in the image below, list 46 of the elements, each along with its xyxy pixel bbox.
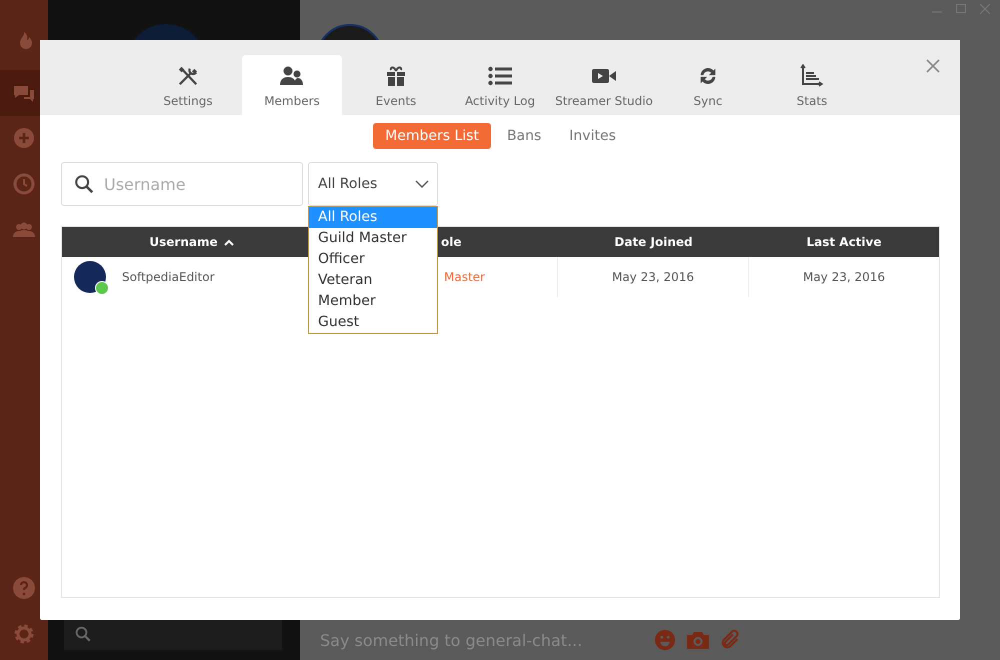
column-header[interactable]: Username	[149, 235, 218, 249]
column-header[interactable]: Last Active	[806, 235, 882, 249]
camera-icon[interactable]	[686, 629, 710, 651]
bar-chart-icon	[800, 64, 824, 88]
tools-icon	[177, 65, 199, 87]
dropdown-option[interactable]: Veteran	[309, 270, 437, 291]
search-icon	[73, 173, 95, 195]
video-camera-icon	[591, 67, 617, 85]
username-text: SoftpediaEditor	[122, 270, 214, 284]
tab[interactable]: Stats	[762, 55, 862, 115]
settings-icon[interactable]	[12, 622, 36, 646]
tab[interactable]: Events	[346, 55, 446, 115]
role-dropdown[interactable]: All Roles	[308, 162, 438, 206]
people-icon	[279, 65, 305, 87]
search-field[interactable]: Username	[61, 162, 303, 206]
smiley-icon[interactable]	[654, 629, 676, 651]
dropdown-option[interactable]: Guest	[309, 312, 437, 333]
history-icon[interactable]	[12, 172, 36, 196]
subtab[interactable]: Invites	[557, 123, 628, 149]
tab[interactable]: Sync	[658, 55, 758, 115]
role-text: Master	[444, 270, 485, 284]
gift-icon	[386, 65, 406, 87]
subtab[interactable]: Members List	[373, 123, 491, 149]
plus-icon[interactable]	[12, 126, 36, 150]
maximize-icon[interactable]	[956, 4, 966, 14]
search-icon	[74, 625, 92, 643]
chevron-down-icon	[415, 180, 429, 188]
close-button[interactable]	[926, 59, 940, 73]
dropdown-option[interactable]: Member	[309, 291, 437, 312]
subtab[interactable]: Bans	[494, 123, 554, 149]
column-header[interactable]: ole	[441, 235, 462, 249]
dropdown-option[interactable]: Guild Master	[309, 228, 437, 249]
sort-up-icon[interactable]	[224, 238, 234, 246]
dropdown-option[interactable]: Officer	[309, 249, 437, 270]
tab[interactable]: Members	[242, 55, 342, 115]
search-field[interactable]	[64, 618, 282, 650]
date-text: May 23, 2016	[612, 270, 694, 284]
column-header[interactable]: Date Joined	[614, 235, 693, 249]
help-icon[interactable]	[12, 576, 36, 600]
tab[interactable]: Settings	[138, 55, 238, 115]
list-icon	[488, 66, 512, 86]
date-text: May 23, 2016	[802, 270, 886, 284]
tab[interactable]: Activity Log	[450, 55, 550, 115]
dropdown-option[interactable]: All Roles	[309, 207, 437, 228]
tab[interactable]: Streamer Studio	[554, 55, 654, 115]
close-icon[interactable]	[980, 4, 990, 14]
